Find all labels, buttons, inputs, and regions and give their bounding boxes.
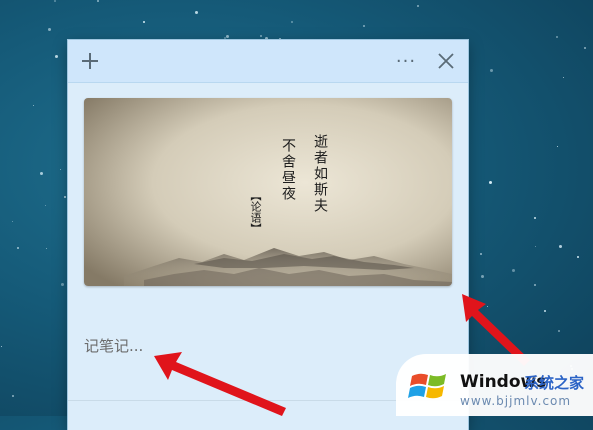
more-options-button[interactable]: ··· [386, 40, 426, 82]
star [17, 247, 19, 249]
title-bar[interactable]: ··· [68, 40, 468, 83]
ink-landscape-picture [84, 98, 452, 286]
annotation-arrow-input [154, 352, 286, 416]
star [195, 11, 198, 14]
star [480, 253, 482, 255]
star [535, 246, 536, 247]
star [512, 269, 515, 272]
star [45, 205, 46, 206]
star [559, 245, 562, 248]
star [46, 248, 47, 249]
note-image[interactable]: 逝者如斯夫 不舍昼夜 【论语】 [84, 98, 452, 286]
star [584, 47, 586, 49]
star [226, 35, 229, 38]
windows-logo-icon [408, 373, 446, 399]
star [61, 283, 64, 286]
star [563, 77, 564, 78]
poem-line-1: 逝者如斯夫 [312, 134, 328, 214]
star [260, 35, 262, 37]
star [48, 28, 51, 31]
star [55, 55, 58, 58]
star [64, 196, 66, 198]
star [490, 69, 493, 72]
star [557, 146, 558, 147]
star [54, 0, 56, 2]
watermark-site: 系统之家 [524, 374, 585, 392]
star [534, 284, 536, 286]
star [12, 221, 13, 222]
star [544, 310, 546, 312]
site-watermark: Windows 系统之家 www.bjjmlv.com [396, 354, 593, 416]
watermark-url: www.bjjmlv.com [460, 394, 572, 408]
add-note-button[interactable] [70, 40, 110, 82]
star [481, 275, 484, 278]
star [97, 0, 99, 2]
star [363, 25, 365, 27]
star [558, 330, 560, 332]
star [33, 105, 34, 106]
star [577, 256, 579, 258]
star [534, 217, 536, 219]
close-button[interactable] [426, 40, 466, 82]
close-icon [438, 53, 454, 69]
star [417, 5, 419, 7]
ellipsis-icon: ··· [395, 50, 417, 72]
star [556, 36, 558, 38]
poem-source: 【论语】 [249, 190, 262, 234]
star [40, 172, 43, 175]
star [291, 21, 293, 23]
star [60, 169, 61, 170]
star [1, 346, 2, 347]
star [489, 181, 492, 184]
star [224, 37, 226, 39]
star [143, 21, 145, 23]
star [12, 395, 14, 397]
plus-icon [82, 53, 98, 69]
poem-line-2: 不舍昼夜 [280, 138, 296, 202]
